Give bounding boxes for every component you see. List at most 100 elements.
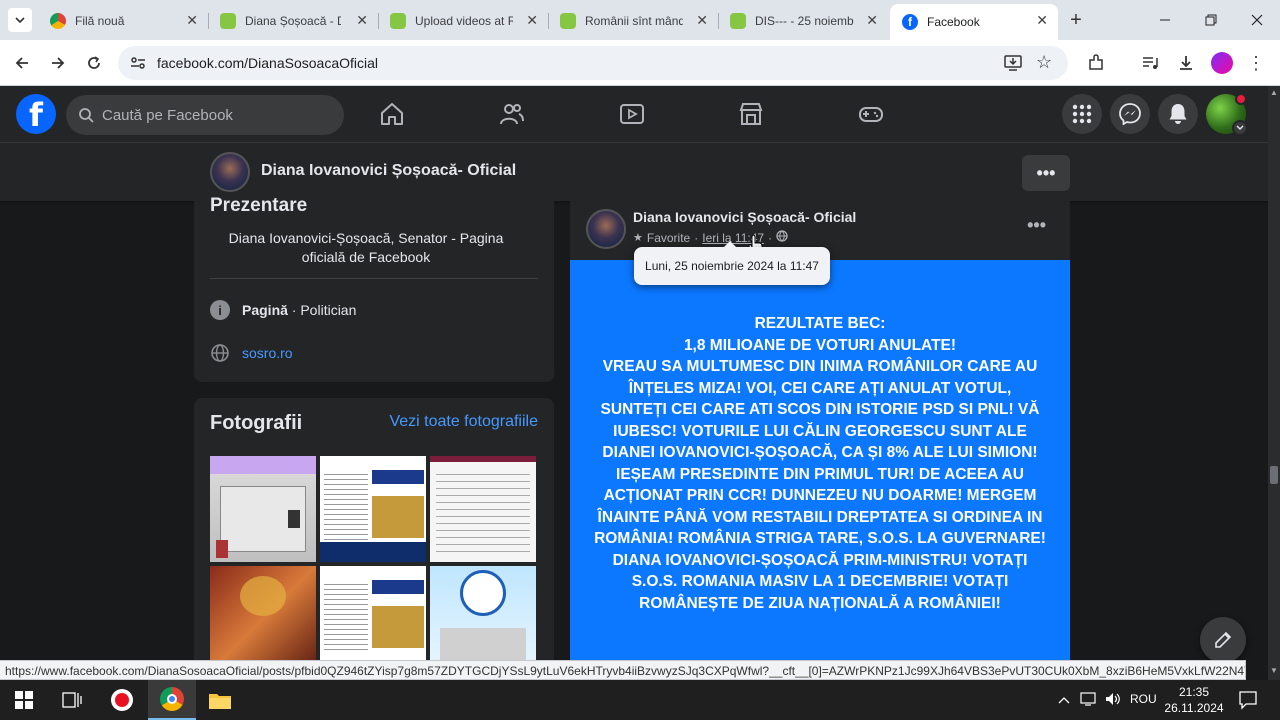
chrome-taskbar-icon[interactable] xyxy=(148,680,196,720)
windows-start-icon[interactable] xyxy=(0,680,48,720)
download-icon[interactable] xyxy=(1174,51,1198,75)
restore-button[interactable] xyxy=(1196,8,1226,32)
photo-thumbnail[interactable] xyxy=(210,456,316,562)
close-tab-icon[interactable]: ✕ xyxy=(356,12,368,29)
extensions-icon[interactable] xyxy=(1084,51,1108,75)
photos-card: Fotografii Vezi toate fotografiile xyxy=(194,398,554,660)
browser-toolbar: facebook.com/DianaSosoacaOficial ☆ ⋮ xyxy=(0,40,1280,86)
close-window-button[interactable] xyxy=(1242,8,1272,32)
public-globe-icon xyxy=(776,230,788,245)
post-text-background: REZULTATE BEC: 1,8 MILIOANE DE VOTURI AN… xyxy=(570,260,1070,661)
account-avatar[interactable] xyxy=(1206,93,1248,136)
timestamp-tooltip: Luni, 25 noiembrie 2024 la 11:47 xyxy=(634,241,830,285)
minimize-button[interactable] xyxy=(1150,8,1180,32)
system-clock[interactable]: 21:35 26.11.2024 xyxy=(1160,684,1228,716)
gaming-icon[interactable] xyxy=(853,96,889,132)
menu-grid-icon[interactable] xyxy=(1062,94,1102,134)
facebook-header: f Caută pe Facebook xyxy=(0,86,1268,143)
account-chevron-icon[interactable] xyxy=(1232,120,1248,136)
page-scrollbar[interactable]: ▲ ▼ xyxy=(1268,86,1280,680)
photo-thumbnail[interactable] xyxy=(210,566,316,660)
post-meta: ★ Favorite · Ieri la 11:47 · xyxy=(633,230,788,245)
friends-icon[interactable] xyxy=(494,96,530,132)
tab-title: Românii sînt mând xyxy=(585,14,683,28)
browser-tab-active[interactable]: f Facebook ✕ xyxy=(890,4,1058,40)
profile-avatar[interactable] xyxy=(1210,51,1234,75)
photo-thumbnail[interactable] xyxy=(320,566,426,660)
search-input[interactable]: Caută pe Facebook xyxy=(66,95,344,135)
browser-menu-icon[interactable]: ⋮ xyxy=(1244,51,1268,75)
post-audience: Favorite xyxy=(646,230,691,245)
compose-icon xyxy=(1215,631,1232,648)
browser-tab[interactable]: DIS--- - 25 noiemb ✕ xyxy=(718,6,888,36)
browser-tab[interactable]: Upload videos at R ✕ xyxy=(378,6,548,36)
url-text: facebook.com/DianaSosoacaOficial xyxy=(157,55,379,71)
status-link-preview: https://www.facebook.com/DianaSosoacaOfi… xyxy=(0,660,1246,680)
notification-center-icon[interactable] xyxy=(1238,690,1258,715)
photo-thumbnail[interactable] xyxy=(430,456,536,562)
page-category-row: i Pagină · Politician xyxy=(210,300,356,320)
post-text: REZULTATE BEC: 1,8 MILIOANE DE VOTURI AN… xyxy=(594,315,1046,612)
globe-icon xyxy=(210,343,230,363)
close-tab-icon[interactable]: ✕ xyxy=(866,12,878,29)
browser-tab[interactable]: Diana Șoșoacă - D ✕ xyxy=(208,6,378,36)
rumble-icon xyxy=(390,13,406,29)
volume-icon[interactable] xyxy=(1104,691,1122,712)
home-icon[interactable] xyxy=(374,96,410,132)
close-tab-icon[interactable]: ✕ xyxy=(1036,12,1048,29)
post-options-icon[interactable]: ••• xyxy=(1027,215,1046,236)
tab-title: Diana Șoșoacă - D xyxy=(245,14,341,28)
photo-thumbnail[interactable] xyxy=(320,456,426,562)
close-tab-icon[interactable]: ✕ xyxy=(526,12,538,29)
close-tab-icon[interactable]: ✕ xyxy=(696,12,708,29)
divider xyxy=(210,278,538,279)
recorder-app-icon[interactable] xyxy=(98,680,146,720)
tab-title: Filă nouă xyxy=(75,14,125,28)
network-icon[interactable] xyxy=(1080,691,1098,712)
intro-description: Diana Iovanovici-Șoșoacă, Senator - Pagi… xyxy=(228,230,504,265)
notifications-bell-icon[interactable] xyxy=(1158,94,1198,134)
search-icon xyxy=(79,108,94,123)
marketplace-icon[interactable] xyxy=(733,96,769,132)
forward-button[interactable] xyxy=(46,51,70,75)
tab-title: Upload videos at R xyxy=(415,14,513,28)
media-control-icon[interactable] xyxy=(1138,51,1162,75)
tray-chevron-icon[interactable] xyxy=(1058,692,1070,710)
tab-title: DIS--- - 25 noiemb xyxy=(755,14,854,28)
page-avatar[interactable] xyxy=(210,152,250,192)
intro-card: Prezentare Diana Iovanovici-Șoșoacă, Sen… xyxy=(194,195,554,382)
new-message-button[interactable] xyxy=(1200,617,1246,663)
browser-tab[interactable]: Românii sînt mând ✕ xyxy=(548,6,718,36)
close-tab-icon[interactable]: ✕ xyxy=(186,12,198,29)
see-all-photos-link[interactable]: Vezi toate fotografiile xyxy=(389,413,538,431)
page-header-bar: Diana Iovanovici Șoșoacă- Oficial ••• xyxy=(0,143,1268,201)
website-link[interactable]: sosro.ro xyxy=(242,345,293,361)
photo-thumbnail[interactable] xyxy=(430,566,536,660)
language-indicator[interactable]: ROU xyxy=(1130,692,1157,706)
page-more-button[interactable]: ••• xyxy=(1022,155,1070,191)
browser-tab[interactable]: Filă nouă ✕ xyxy=(38,6,208,36)
reload-button[interactable] xyxy=(82,51,106,75)
task-view-icon[interactable] xyxy=(48,680,96,720)
video-icon[interactable] xyxy=(614,96,650,132)
tab-search-button[interactable] xyxy=(8,8,32,32)
facebook-logo-icon[interactable]: f xyxy=(16,94,56,134)
post-author-avatar[interactable] xyxy=(586,209,626,249)
rumble-icon xyxy=(220,13,236,29)
messenger-icon[interactable] xyxy=(1110,94,1150,134)
clock-time: 21:35 xyxy=(1178,685,1210,699)
page-title[interactable]: Diana Iovanovici Șoșoacă- Oficial xyxy=(261,162,516,180)
bookmark-star-icon[interactable]: ☆ xyxy=(1036,52,1052,73)
file-explorer-icon[interactable] xyxy=(196,680,244,720)
notification-dot xyxy=(1235,93,1247,105)
clock-date: 26.11.2024 xyxy=(1164,701,1224,715)
scrollbar-thumb[interactable] xyxy=(1270,466,1278,484)
address-bar[interactable]: facebook.com/DianaSosoacaOficial ☆ xyxy=(118,46,1068,80)
install-app-icon[interactable] xyxy=(1004,54,1022,77)
windows-taskbar: ROU 21:35 26.11.2024 xyxy=(0,680,1280,720)
site-info-icon[interactable] xyxy=(130,55,146,76)
search-placeholder: Caută pe Facebook xyxy=(102,106,233,124)
back-button[interactable] xyxy=(10,51,34,75)
new-tab-button[interactable]: + xyxy=(1064,8,1088,32)
post-author-name[interactable]: Diana Iovanovici Șoșoacă- Oficial xyxy=(633,209,856,225)
